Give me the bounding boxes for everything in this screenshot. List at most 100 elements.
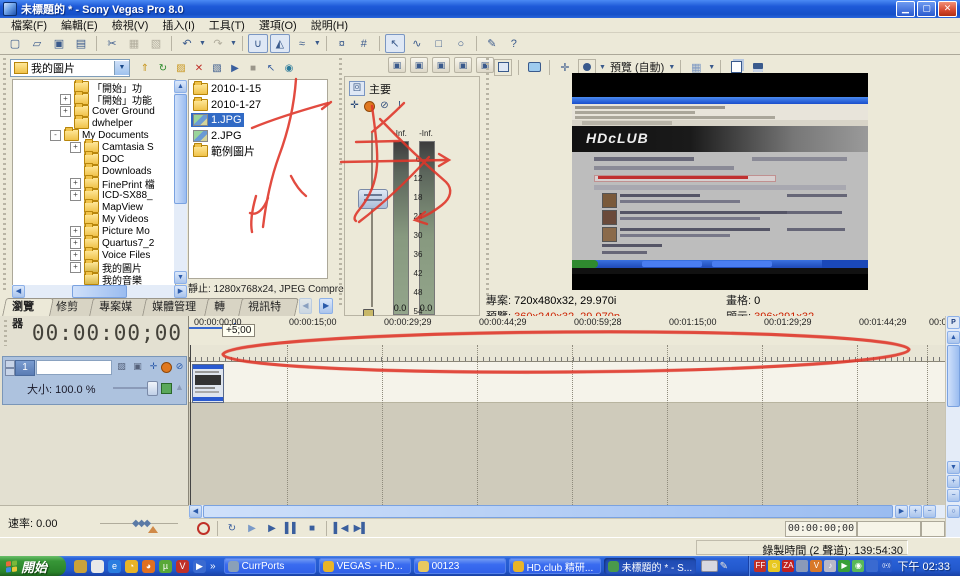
auto-crossfades-icon[interactable]: ◭ [270,34,290,53]
tree-expander[interactable]: + [70,142,81,153]
tree-item-6[interactable]: DOC [70,153,124,165]
preview-panel-grip[interactable] [484,58,491,308]
file-list[interactable]: 2010-1-152010-1-271.JPG2.JPG範例圖片 [188,79,328,279]
below-tracks-area[interactable] [189,403,945,505]
lock-envelopes-icon[interactable]: ¤ [332,34,352,53]
file-item-2010-1-27[interactable]: 2010-1-27 [191,98,263,112]
combo-dropdown-arrow[interactable]: ▼ [114,61,129,75]
browser-panel-grip[interactable] [1,58,8,293]
taskbar-task-2[interactable]: 00123 [414,558,506,574]
enable-snapping-icon[interactable]: ∪ [248,34,268,53]
utorrent-icon[interactable]: µ [159,560,172,573]
tree-item-13[interactable]: +Quartus7_2 [70,237,154,249]
time-ruler[interactable] [189,345,945,362]
timeline-vertical-scrollbar[interactable]: P ▲ ▼ + − ○ [945,316,960,537]
menu-item-3[interactable]: 插入(I) [155,17,201,33]
play-from-start-icon[interactable]: ▶ [242,521,262,537]
dim-output-icon[interactable]: ▣ [454,57,472,73]
tree-expander[interactable]: + [70,178,81,189]
go-to-end-icon[interactable]: ▶▌ [351,521,371,537]
start-button[interactable]: 開始 [0,556,66,576]
menu-item-5[interactable]: 選項(O) [252,17,304,33]
envelope-edit-tool-icon[interactable]: ∿ [407,34,427,53]
copy-icon[interactable]: ▦ [124,34,144,53]
insert-fx-icon[interactable]: ▣ [410,57,428,73]
paste-icon[interactable]: ▧ [209,61,225,76]
record-icon[interactable] [193,521,213,537]
taskbar-task-0[interactable]: CurrPorts [224,558,316,574]
project-properties-icon[interactable]: ▤ [71,34,91,53]
pen-icon[interactable]: ✎ [720,561,728,572]
volume-tray-icon[interactable]: ((•)) [880,560,892,572]
display-tray-icon[interactable] [796,560,808,572]
undo-icon-dropdown[interactable]: ▼ [199,40,206,47]
menu-item-4[interactable]: 工具(T) [202,17,252,33]
tree-vertical-scrollbar[interactable]: ▲ ▼ [174,80,187,284]
zonealarm-tray-icon[interactable]: ZA [782,560,794,572]
file-item-2010-1-15[interactable]: 2010-1-15 [191,82,263,96]
timeline-track-area[interactable]: +5;00 00:00:00;0000:00:15;0000:00:29;290… [189,316,945,537]
selection-start-timecode[interactable]: 00:00:00;00 [785,521,857,537]
smiley-tray-icon[interactable]: ☺ [768,560,780,572]
tab-scroll-left[interactable]: ◀ [299,298,313,314]
zoom-in-track-button[interactable]: + [947,475,960,488]
save-project-icon[interactable]: ▣ [49,34,69,53]
cut-icon[interactable]: ✂ [102,34,122,53]
volume-fader-track[interactable] [371,133,373,307]
firefox-tray-icon[interactable]: FF [754,560,766,572]
track-number[interactable]: 1 [15,360,35,376]
tree-item-12[interactable]: +Picture Mo [70,225,150,237]
zoom-in-time-button[interactable]: + [909,505,922,518]
paste-icon[interactable]: ▧ [146,34,166,53]
loop-playback-icon[interactable]: ↻ [222,521,242,537]
tree-item-4[interactable]: -My Documents [50,129,149,141]
tab-視訊特效[interactable]: 視訊特效 [238,298,299,316]
auto-ripple-icon-dropdown[interactable]: ▼ [314,40,321,47]
messenger-tray-icon[interactable] [866,560,878,572]
taskbar-clock[interactable]: 下午 02:33 [897,558,950,574]
track-fx-icon[interactable]: ✛ [147,360,160,373]
up-folder-icon[interactable]: ⇑ [137,61,153,76]
tab-媒體管理者[interactable]: 媒體管理者 [142,298,212,316]
undo-icon[interactable]: ↶ [177,34,197,53]
tree-item-11[interactable]: My Videos [70,213,149,225]
timeline-event-thumbnail[interactable] [192,364,224,403]
scrub-control[interactable]: ◆◆◆ [132,518,149,529]
auto-ripple-icon[interactable]: ≈ [292,34,312,53]
play-tray-icon[interactable]: ▶ [838,560,850,572]
whats-this-help-icon[interactable]: ? [504,34,524,53]
downmix-output-icon[interactable]: ▣ [432,57,450,73]
minimize-button[interactable]: ▁ [896,1,915,17]
bypass-motion-blur-icon[interactable]: ▨ [115,360,128,373]
tree-expander[interactable]: + [70,238,81,249]
track-motion-icon[interactable]: ▣ [131,360,144,373]
video-track-row[interactable] [189,362,945,403]
settings-gear-icon[interactable] [362,99,377,112]
stop-icon[interactable]: ■ [302,521,322,537]
vegas-icon[interactable]: V [176,560,189,573]
marker-tool-button[interactable]: P [947,316,960,329]
automation-gear-icon[interactable] [160,360,173,373]
track-header-1[interactable]: 1 ▨ ▣ ✛ ⊘ ! 大小: 100.0 % ▲ ▼ [2,356,187,405]
zoom-out-time-button[interactable]: − [923,505,936,518]
start-preview-icon[interactable]: ▶ [227,61,243,76]
language-bar[interactable]: ✎ [699,560,728,572]
tree-item-1[interactable]: +「開始」功能 [60,93,152,105]
tab-專案媒體[interactable]: 專案媒體 [89,298,150,316]
insert-bus-icon[interactable]: ▣ [388,57,406,73]
master-bus-icon[interactable]: 回 [349,81,365,96]
selection-end-timecode[interactable] [857,521,921,537]
external-monitor-icon[interactable] [525,59,543,76]
track-restore-button[interactable] [5,368,15,376]
media-player-icon[interactable]: ▶ [193,560,206,573]
new-project-icon[interactable]: ▢ [5,34,25,53]
track-size-slider-handle[interactable] [147,381,158,396]
file-item-1.JPG[interactable]: 1.JPG [191,113,244,127]
tree-expander[interactable]: + [60,94,71,105]
maximize-button[interactable]: ▢ [917,1,936,17]
open-project-icon[interactable]: ▱ [27,34,47,53]
play-icon[interactable]: ▶ [262,521,282,537]
browser-path-combo[interactable]: 我的圖片 ▼ [10,59,130,77]
timecode-grip[interactable] [2,320,9,346]
taskbar-task-4[interactable]: 未標題的 * - S... [604,558,696,574]
